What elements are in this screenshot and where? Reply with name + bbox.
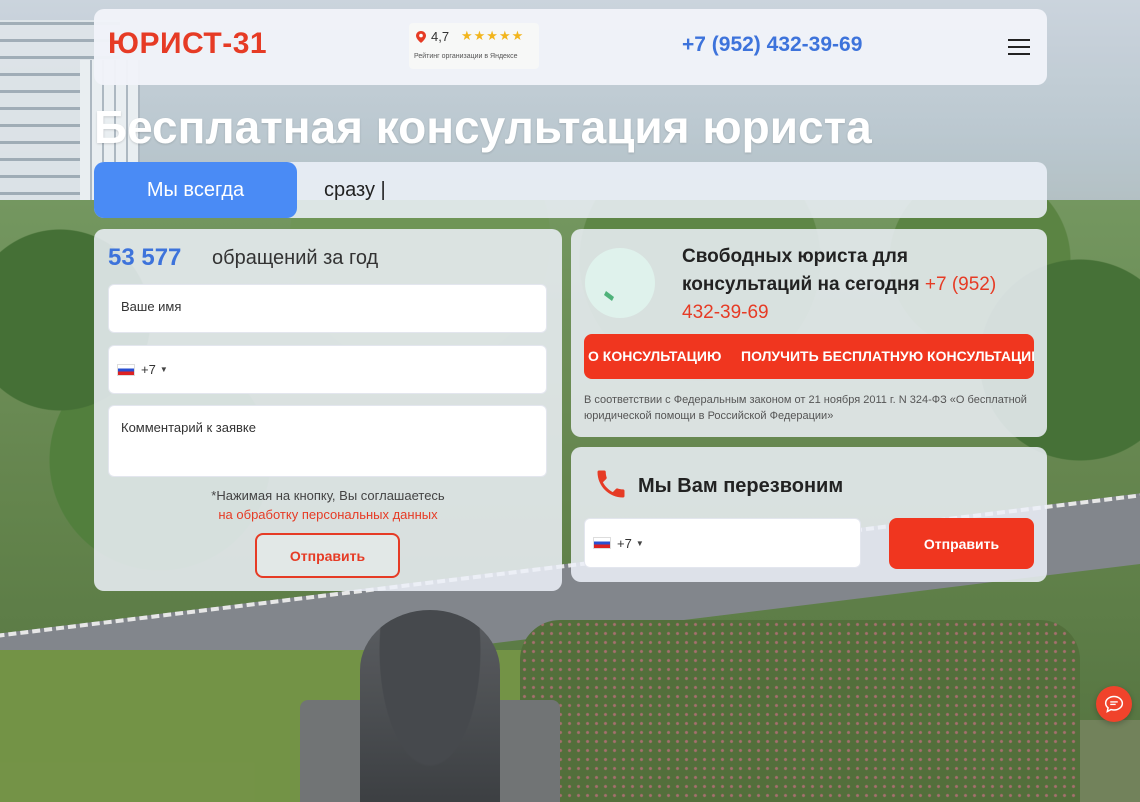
chat-bubble-glyph [1104, 695, 1124, 713]
law-reference-text: В соответствии с Федеральным законом от … [584, 394, 1027, 422]
phone-input[interactable]: +7 ▼ [108, 345, 547, 394]
location-pin-icon [416, 31, 426, 43]
russia-flag-icon[interactable] [117, 363, 135, 376]
callback-title: Мы Вам перезвоним [638, 475, 844, 497]
free-lawyers-label: Свободных юриста для консультаций на сег… [682, 246, 920, 295]
free-lawyers-text: Свободных юриста для консультаций на сег… [682, 243, 1032, 327]
site-header: ЮРИСТ-31 4,7 ★★★★★ Рейтинг организации в… [94, 9, 1047, 85]
hamburger-menu-icon[interactable] [1008, 39, 1030, 55]
lawyers-availability-circle [585, 248, 655, 318]
typing-bar: Мы всегда сразу | [94, 162, 1047, 218]
callback-phone-code: +7 [617, 535, 632, 551]
marquee-text-right: ПОЛУЧИТЬ БЕСПЛАТНУЮ КОНСУЛЬТАЦИЮ [741, 348, 1034, 364]
chevron-down-icon[interactable]: ▼ [636, 539, 644, 548]
phone-icon [597, 470, 625, 498]
comment-textarea[interactable]: Комментарий к заявке [108, 405, 547, 477]
yandex-rating-badge[interactable]: 4,7 ★★★★★ Рейтинг организации в Яндексе [409, 23, 539, 69]
russia-flag-icon[interactable] [593, 537, 611, 549]
marquee-text-left: О КОНСУЛЬТАЦИЮ [588, 348, 722, 364]
logo[interactable]: ЮРИСТ-31 [108, 27, 267, 61]
typing-text: сразу | [324, 179, 386, 201]
callback-card: Мы Вам перезвоним +7 ▼ Отправить [571, 447, 1047, 582]
rating-score: 4,7 [431, 29, 450, 44]
header-phone-link[interactable]: +7 (952) 432-39-69 [682, 33, 862, 57]
requests-count-label: обращений за год [212, 247, 379, 269]
phone-country-code: +7 [141, 362, 156, 377]
consent-text: *Нажимая на кнопку, Вы соглашаетесь [211, 488, 445, 503]
callback-phone-input[interactable]: +7 ▼ [584, 518, 861, 568]
free-lawyers-card: Свободных юриста для консультаций на сег… [571, 229, 1047, 437]
rating-stars: ★★★★★ [461, 28, 525, 43]
chevron-down-icon[interactable]: ▼ [160, 365, 168, 374]
callback-submit-button[interactable]: Отправить [889, 518, 1034, 569]
requests-count: 53 577 [108, 244, 182, 271]
submit-request-button[interactable]: Отправить [255, 533, 400, 578]
rating-caption: Рейтинг организации в Яндексе [414, 53, 518, 60]
typing-lead: Мы всегда [94, 162, 297, 218]
hero-title: Бесплатная консультация юриста [94, 101, 872, 153]
privacy-policy-link[interactable]: на обработку персональных данных [94, 507, 562, 522]
chat-icon[interactable] [1096, 686, 1132, 722]
name-input[interactable]: Ваше имя [108, 284, 547, 333]
request-form-card: 53 577 обращений за год Ваше имя +7 ▼ Ко… [94, 229, 562, 591]
free-consultation-button[interactable]: О КОНСУЛЬТАЦИЮ ПОЛУЧИТЬ БЕСПЛАТНУЮ КОНСУ… [584, 334, 1034, 379]
